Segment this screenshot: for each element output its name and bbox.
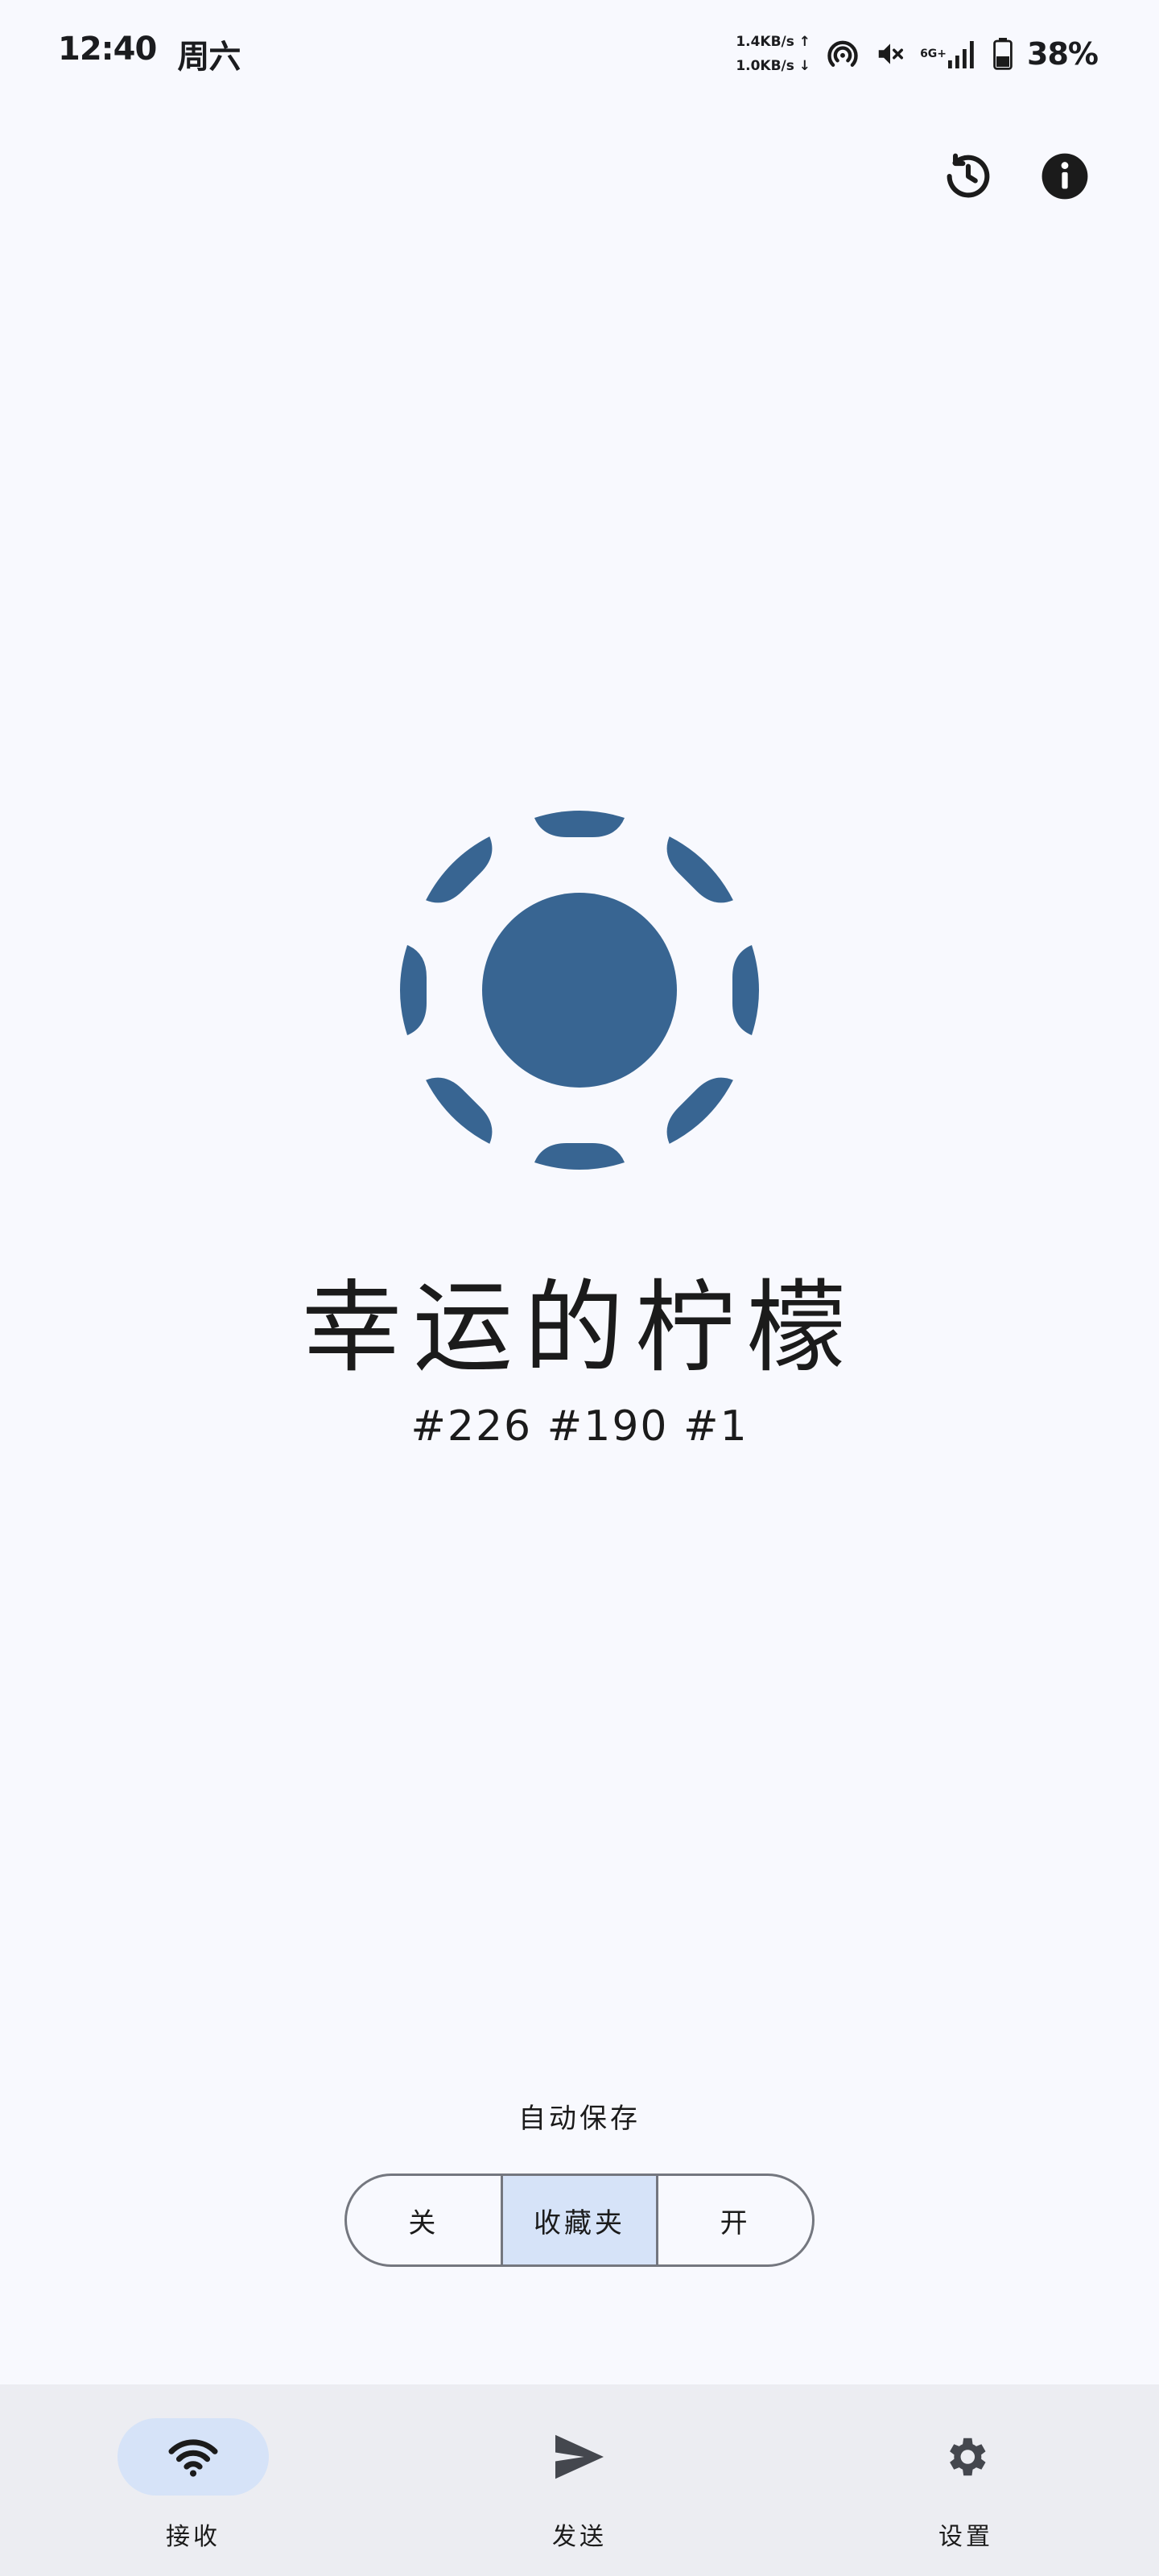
history-button[interactable] (942, 150, 995, 203)
nav-label-send: 发送 (552, 2523, 607, 2551)
nav-label-receive: 接收 (166, 2523, 221, 2551)
nav-label-settings: 设置 (938, 2523, 993, 2551)
nav-icon-container (890, 2418, 1041, 2496)
status-indicators: 1.4KB/s ↑ 1.0KB/s ↓ 6G+ 38% (736, 26, 1099, 82)
upload-speed: 1.4KB/s ↑ (736, 34, 811, 50)
nav-item-send[interactable]: 发送 (386, 2384, 773, 2576)
network-speed: 1.4KB/s ↑ 1.0KB/s ↓ (736, 30, 810, 78)
download-speed: 1.0KB/s ↓ (736, 58, 811, 74)
nav-item-receive[interactable]: 接收 (0, 2384, 386, 2576)
info-icon (1041, 153, 1088, 200)
hotspot-icon (825, 36, 860, 72)
nav-item-settings[interactable]: 设置 (773, 2384, 1159, 2576)
send-icon (555, 2434, 604, 2479)
device-name: 幸运的柠檬 (301, 1270, 857, 1386)
autosave-option-favorites[interactable]: 收藏夹 (500, 2176, 657, 2264)
gear-icon (950, 2438, 986, 2476)
top-actions (942, 150, 1091, 203)
nav-active-indicator (118, 2418, 269, 2496)
battery-icon (993, 38, 1013, 70)
bottom-navigation: 接收 发送 设置 (0, 2384, 1159, 2576)
info-button[interactable] (1038, 150, 1091, 203)
cellular-signal-icon: 6G+ (920, 39, 979, 68)
autosave-segmented-control: 关 收藏夹 开 (344, 2174, 815, 2267)
signal-type-label: 6G+ (920, 47, 947, 60)
status-bar: 12:40 周六 1.4KB/s ↑ 1.0KB/s ↓ 6G+ 38% (0, 0, 1159, 105)
wifi-icon (168, 2439, 218, 2477)
device-logo (396, 807, 763, 1174)
autosave-option-on[interactable]: 开 (656, 2176, 812, 2264)
nav-icon-container (504, 2418, 655, 2496)
device-ids: #226 #190 #1 (410, 1402, 749, 1451)
status-day: 周六 (177, 39, 241, 76)
autosave-label: 自动保存 (518, 2103, 641, 2135)
battery-percentage: 38% (1027, 36, 1099, 72)
autosave-option-off[interactable]: 关 (347, 2176, 501, 2264)
status-time: 12:40 (58, 31, 157, 68)
mute-icon (875, 39, 905, 69)
status-time-group: 12:40 周六 (58, 31, 241, 77)
history-icon (947, 153, 990, 198)
